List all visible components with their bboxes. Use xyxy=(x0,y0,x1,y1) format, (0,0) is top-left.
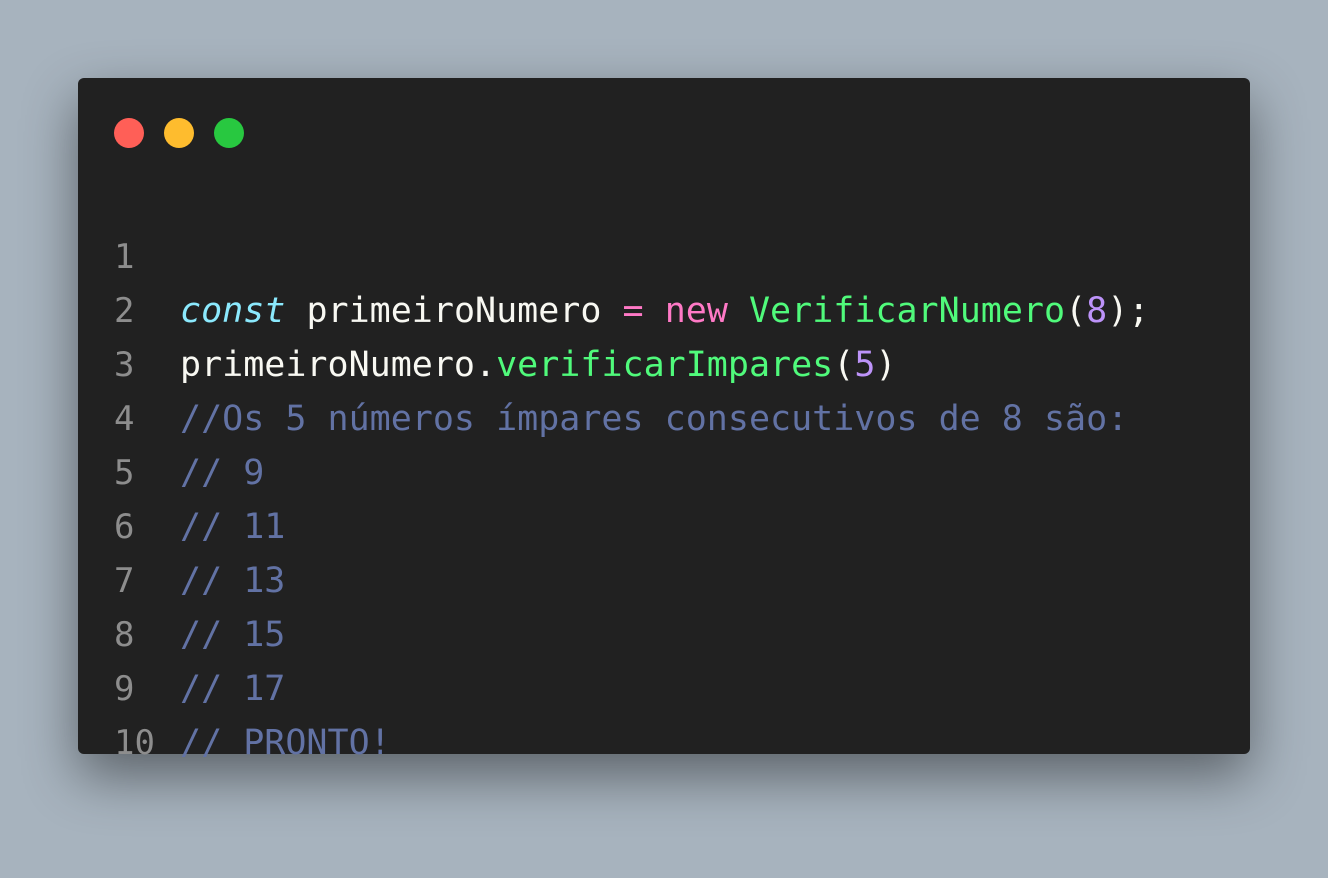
comment: // PRONTO! xyxy=(180,723,391,763)
maximize-button[interactable] xyxy=(214,118,244,148)
code-editor[interactable]: 1 const primeiroNumero = new VerificarNu… xyxy=(78,176,1250,763)
code-line: 4 // 9 xyxy=(78,338,1250,493)
code-line: 10 xyxy=(78,662,1250,763)
code-window: 1 const primeiroNumero = new VerificarNu… xyxy=(78,78,1250,763)
code-line: 6 // 13 xyxy=(78,446,1250,601)
line-number: 10 xyxy=(114,723,155,763)
code-line: 7 // 15 xyxy=(78,500,1250,655)
code-line: 5 // 11 xyxy=(78,392,1250,547)
code-line: 1 const primeiroNumero = new VerificarNu… xyxy=(78,176,1250,331)
minimize-button[interactable] xyxy=(164,118,194,148)
code-line: 9 // PRONTO! xyxy=(78,608,1250,763)
code-line: 2 primeiroNumero.verificarImpares(5) xyxy=(78,230,1250,385)
close-button[interactable] xyxy=(114,118,144,148)
code-line: 3 //Os 5 números ímpares consecutivos de… xyxy=(78,284,1250,439)
code-line: 8 // 17 xyxy=(78,554,1250,709)
